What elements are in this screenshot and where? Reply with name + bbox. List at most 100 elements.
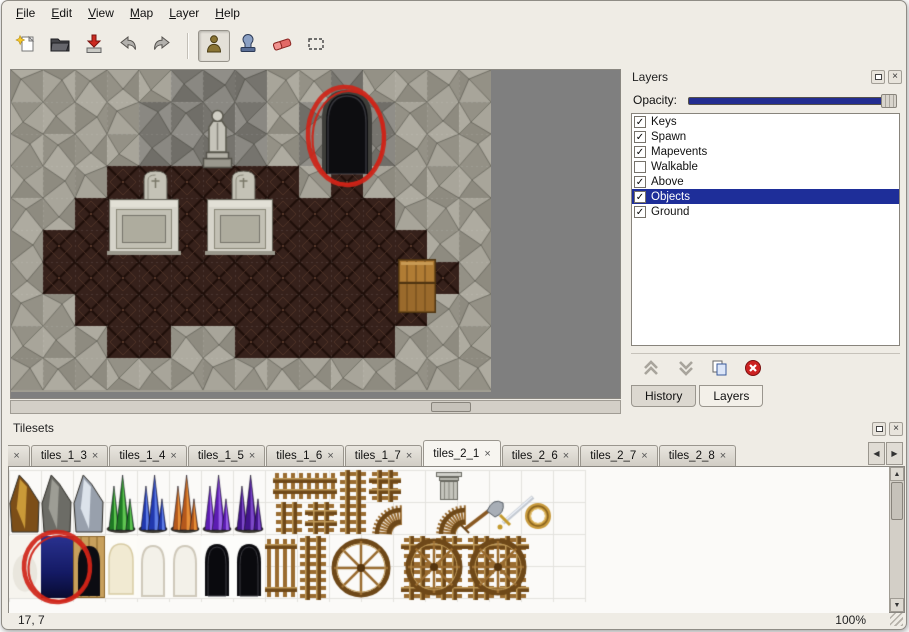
tab-close-icon[interactable]: × [170,450,176,462]
open-icon [49,33,71,60]
opacity-slider-handle[interactable] [881,94,897,108]
tab-close-icon[interactable]: × [327,450,333,462]
tab-history[interactable]: History [631,385,696,407]
tileset-tab-5[interactable]: 5× [8,445,30,466]
tab-layers[interactable]: Layers [699,385,763,407]
menu-map[interactable]: Map [122,4,161,22]
layer-name: Above [651,176,684,188]
scroll-tabs-left-icon[interactable]: ◀ [868,442,885,465]
scroll-up-icon[interactable]: ▲ [890,467,904,481]
toolbar [6,27,886,65]
layer-name: Objects [651,191,690,203]
delete-layer-icon[interactable] [744,359,762,377]
tileset-tab-tiles_1_5[interactable]: tiles_1_5× [188,445,265,466]
new-file-button[interactable] [10,30,42,62]
tileset-tab-tiles_2_6[interactable]: tiles_2_6× [502,445,579,466]
layer-down-icon[interactable] [676,359,696,377]
status-bar: 17, 7 100% [2,611,906,629]
tileset-tab-tiles_2_8[interactable]: tiles_2_8× [659,445,736,466]
tab-close-icon[interactable]: × [406,450,412,462]
tilesets-panel-buttons: × [872,422,903,436]
eraser-tool-button[interactable] [266,30,298,62]
layers-panel-title: Layers [632,70,668,84]
tileset-tab-tiles_1_6[interactable]: tiles_1_6 × [266,445,343,466]
redo-button[interactable] [146,30,178,62]
layer-toolbar [631,353,900,381]
scroll-down-icon[interactable]: ▼ [890,598,904,612]
close-panel-icon[interactable]: × [889,422,903,436]
menu-edit[interactable]: Edit [43,4,80,22]
zoom-level: 100% [835,613,866,627]
layer-name: Ground [651,206,689,218]
tilesets-panel: Tilesets × 5×tiles_1_3×tiles_1_4×tiles_1… [8,421,905,613]
close-panel-icon[interactable]: × [888,70,902,84]
layer-checkbox[interactable]: ✓ [634,116,646,128]
tab-close-icon[interactable]: × [484,448,490,460]
scroll-tabs-right-icon[interactable]: ▶ [886,442,903,465]
float-panel-icon[interactable] [871,70,885,84]
undo-icon [117,33,139,60]
tab-close-icon[interactable]: × [720,450,726,462]
player-tool-button[interactable] [198,30,230,62]
layers-panel-header: Layers × [627,69,904,87]
float-panel-icon[interactable] [872,422,886,436]
menu-help[interactable]: Help [207,4,248,22]
layer-checkbox[interactable]: ✓ [634,191,646,203]
opacity-slider[interactable] [688,97,897,105]
stamp-tool-button[interactable] [232,30,264,62]
layer-row-objects[interactable]: ✓ Objects [632,189,899,204]
undo-button[interactable] [112,30,144,62]
layer-row-walkable[interactable]: Walkable [632,159,899,174]
layer-row-spawn[interactable]: ✓ Spawn [632,129,899,144]
tileset-tab-tiles_2_1[interactable]: tiles_2_1 × [423,440,500,466]
menu-layer[interactable]: Layer [161,4,207,22]
map-hscrollbar-thumb[interactable] [431,402,471,412]
menu-file[interactable]: File [8,4,43,22]
resize-grip[interactable] [890,613,903,626]
layer-name: Spawn [651,131,686,143]
layers-panel-tabs: HistoryLayers [631,385,766,411]
tab-label: tiles_1_4 [119,450,165,462]
layer-row-above[interactable]: ✓ Above [632,174,899,189]
opacity-row: Opacity: [632,91,899,109]
tileset-tab-tiles_1_3[interactable]: tiles_1_3 × [31,445,108,466]
tileset-tabs: 5×tiles_1_3×tiles_1_4×tiles_1_5×tiles_1_… [8,439,867,466]
layer-checkbox[interactable]: ✓ [634,176,646,188]
redo-icon [151,33,173,60]
duplicate-layer-icon[interactable] [711,359,729,377]
layer-checkbox[interactable] [634,161,646,173]
tab-label: tiles_1_6 [276,450,322,462]
layer-row-mapevents[interactable]: ✓ Mapevents [632,144,899,159]
menu-view[interactable]: View [80,4,122,22]
layers-panel: Layers × Opacity: ✓Keys✓Spawn✓MapeventsW… [627,69,904,414]
tab-close-icon[interactable]: × [13,450,19,462]
layer-row-keys[interactable]: ✓Keys [632,114,899,129]
tab-label: tiles_2_1 [433,448,479,460]
tileset-tab-scroll: ◀▶ [868,442,903,465]
tileset-tab-tiles_1_4[interactable]: tiles_1_4 × [109,445,186,466]
map-canvas[interactable] [11,70,491,392]
layer-checkbox[interactable]: ✓ [634,131,646,143]
menu-bar: FileEditViewMapLayerHelp [2,1,906,25]
eraser-tool-icon [271,33,293,60]
layer-row-ground[interactable]: ✓ Ground [632,204,899,219]
open-button[interactable] [44,30,76,62]
tab-close-icon[interactable]: × [92,450,98,462]
layer-checkbox[interactable]: ✓ [634,146,646,158]
tileset-vscrollbar[interactable]: ▲ ▼ [889,467,904,612]
tab-close-icon[interactable]: × [563,450,569,462]
tab-close-icon[interactable]: × [249,450,255,462]
layer-name: Mapevents [651,146,707,158]
map-hscrollbar[interactable] [10,400,621,414]
tileset-tab-tiles_2_7[interactable]: tiles_2_7× [580,445,657,466]
select-tool-button[interactable] [300,30,332,62]
layer-up-icon[interactable] [641,359,661,377]
tileset-vscrollbar-thumb[interactable] [891,482,903,520]
tab-close-icon[interactable]: × [641,450,647,462]
save-button[interactable] [78,30,110,62]
tab-label: tiles_1_3 [41,450,87,462]
save-icon [83,33,105,60]
layer-checkbox[interactable]: ✓ [634,206,646,218]
tileset-tab-tiles_1_7[interactable]: tiles_1_7× [345,445,422,466]
tileset-canvas[interactable] [9,467,889,613]
